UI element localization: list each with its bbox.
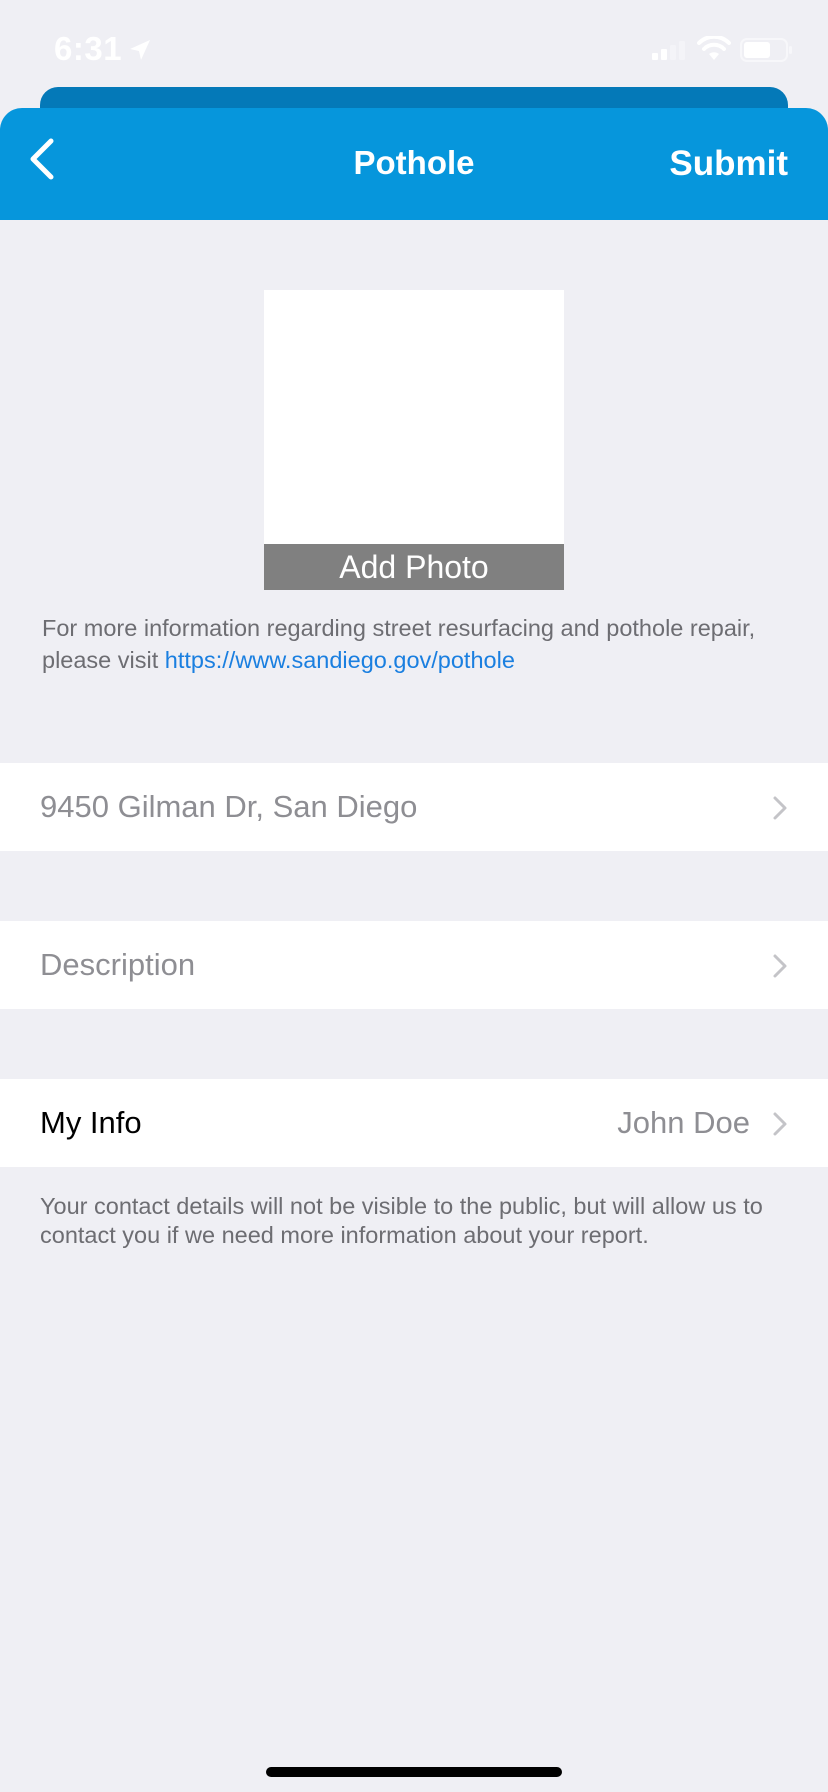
chevron-right-icon <box>772 1111 788 1142</box>
description-label: Description <box>40 947 196 982</box>
description-row[interactable]: Description <box>0 921 828 1009</box>
battery-icon <box>740 38 794 67</box>
navigation-bar: Pothole Submit <box>0 108 828 220</box>
my-info-value: John Doe <box>617 1105 750 1140</box>
home-indicator[interactable] <box>266 1767 562 1777</box>
chevron-right-icon <box>772 953 788 984</box>
status-bar: 6:31 <box>0 0 828 96</box>
my-info-row[interactable]: My Info John Doe <box>0 1079 828 1167</box>
my-info-label: My Info <box>40 1105 142 1140</box>
info-text: For more information regarding street re… <box>42 612 802 676</box>
pothole-info-link[interactable]: https://www.sandiego.gov/pothole <box>165 647 515 673</box>
location-arrow-icon <box>128 38 152 67</box>
chevron-right-icon <box>772 795 788 826</box>
status-time: 6:31 <box>54 30 123 67</box>
cellular-signal-icon <box>652 40 688 65</box>
address-label: 9450 Gilman Dr, San Diego <box>40 789 418 824</box>
add-photo-label: Add Photo <box>264 544 564 590</box>
add-photo-button[interactable]: Add Photo <box>264 290 564 590</box>
wifi-icon <box>697 34 731 67</box>
submit-button[interactable]: Submit <box>669 144 788 184</box>
address-row[interactable]: 9450 Gilman Dr, San Diego <box>0 763 828 851</box>
contact-privacy-note: Your contact details will not be visible… <box>40 1193 763 1248</box>
